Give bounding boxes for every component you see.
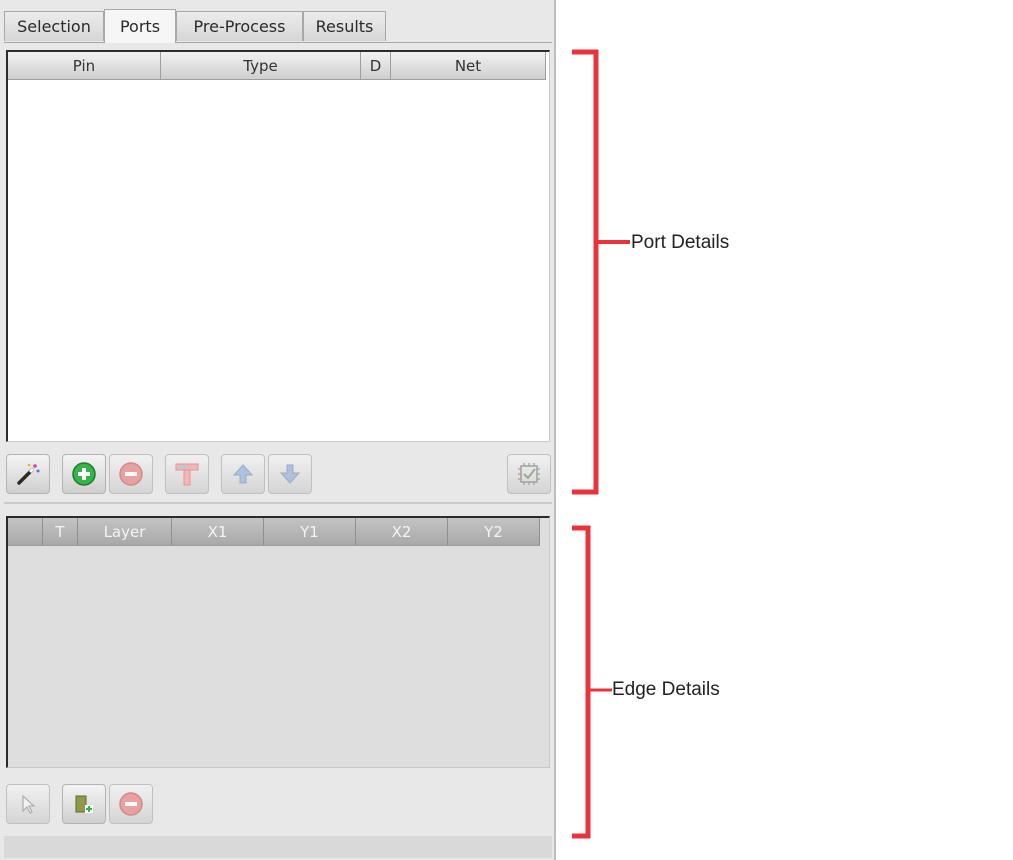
terminal-button[interactable] [165, 454, 209, 494]
ports-toolbar [6, 454, 552, 498]
column-header-pin[interactable]: Pin [8, 52, 161, 80]
column-header-x1[interactable]: X1 [172, 518, 264, 546]
ports-panel: Selection Ports Pre-Process Results Pin … [0, 0, 556, 860]
pointer-icon [22, 794, 36, 814]
tab-bar: Selection Ports Pre-Process Results [4, 9, 552, 43]
add-edge-button[interactable] [62, 784, 106, 824]
edge-table[interactable]: T Layer X1 Y1 X2 Y2 [6, 516, 550, 768]
status-strip [4, 836, 552, 858]
select-edge-button[interactable] [6, 784, 50, 824]
remove-circle-icon [119, 462, 143, 486]
ports-table[interactable]: Pin Type D Net [6, 50, 550, 442]
edge-details-label: Edge Details [612, 679, 720, 700]
move-up-button[interactable] [221, 454, 265, 494]
remove-circle-icon [119, 792, 143, 816]
remove-port-button[interactable] [109, 454, 153, 494]
arrow-up-icon [232, 464, 254, 484]
column-header-y2[interactable]: Y2 [448, 518, 540, 546]
column-header-net[interactable]: Net [391, 52, 546, 80]
add-edge-icon [75, 795, 93, 813]
tab-pre-process[interactable]: Pre-Process [176, 11, 303, 41]
port-details-label: Port Details [631, 232, 730, 253]
edge-table-header: T Layer X1 Y1 X2 Y2 [8, 518, 540, 546]
edge-toolbar [6, 784, 552, 828]
section-divider [4, 502, 552, 504]
move-down-button[interactable] [268, 454, 312, 494]
chip-check-icon [518, 463, 540, 485]
tab-selection[interactable]: Selection [4, 11, 104, 41]
port-details-bracket [572, 49, 630, 839]
remove-edge-button[interactable] [109, 784, 153, 824]
validate-ports-button[interactable] [507, 454, 551, 494]
tab-ports[interactable]: Ports [104, 9, 176, 43]
column-header-x2[interactable]: X2 [356, 518, 448, 546]
column-header-blank[interactable] [8, 518, 43, 546]
arrow-down-icon [279, 464, 301, 484]
auto-generate-ports-button[interactable] [6, 454, 50, 494]
column-header-type[interactable]: Type [161, 52, 361, 80]
terminal-icon [175, 463, 199, 486]
tab-underline [4, 42, 552, 43]
column-header-d[interactable]: D [361, 52, 391, 80]
column-header-layer[interactable]: Layer [78, 518, 172, 546]
tab-results[interactable]: Results [303, 11, 386, 41]
ports-table-header: Pin Type D Net [8, 52, 546, 80]
column-header-t[interactable]: T [43, 518, 78, 546]
add-circle-icon [72, 462, 96, 486]
column-header-y1[interactable]: Y1 [264, 518, 356, 546]
add-port-button[interactable] [62, 454, 106, 494]
magic-wand-icon [17, 463, 40, 485]
